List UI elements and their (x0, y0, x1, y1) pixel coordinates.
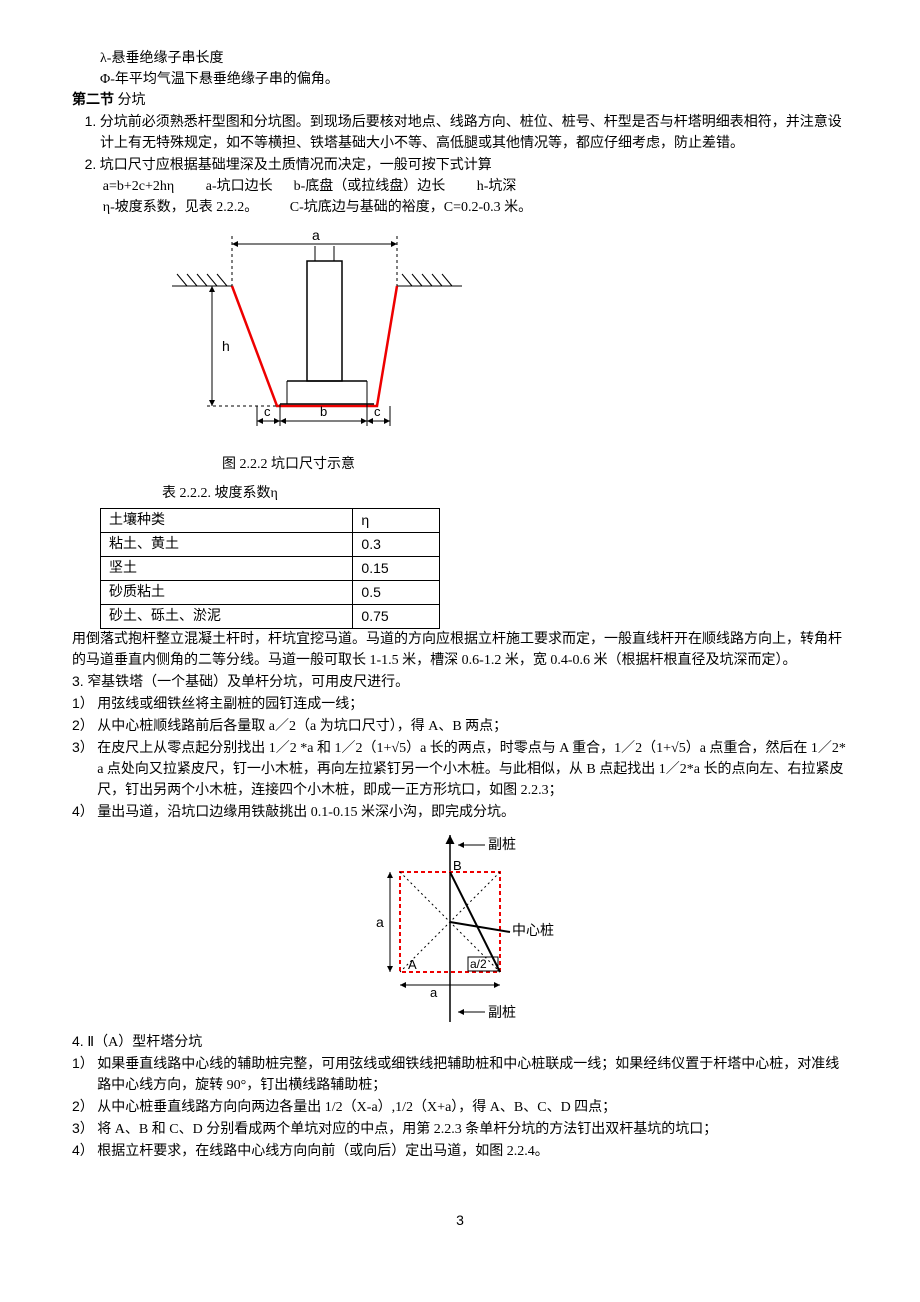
i4s1-text: 如果垂直线路中心线的辅助桩完整，可用弦线或细铁线把辅助桩和中心桩联成一线；如果经… (97, 1057, 839, 1093)
lbl-a2: a/2 (470, 957, 487, 971)
i4s3-text: 将 A、B 和 C、D 分别看成两个单坑对应的中点，用第 2.2.3 条单杆分坑… (97, 1122, 717, 1137)
sub2-text: 从中心桩顺线路前后各量取 a／2（a 为坑口尺寸），得 A、B 两点； (97, 719, 507, 734)
table-row: 砂质粘土0.5 (101, 581, 440, 605)
item2-text: 坑口尺寸应根据基础埋深及土质情况而决定，一般可按下式计算 (100, 158, 492, 173)
slope-table: 土壤种类 η 粘土、黄土0.3 坚土0.15 砂质粘土0.5 砂土、砾土、淤泥0… (100, 508, 440, 629)
item3-text: 窄基铁塔（一个基础）及单杆分坑，可用皮尺进行。 (87, 675, 409, 690)
item2-num: 2. (85, 156, 97, 172)
table222-caption: 表 2.2.2. 坡度系数η (72, 483, 848, 504)
formula-line1: a=b+2c+2hη a-坑口边长 b-底盘（或拉线盘）边长 h-坑深 (72, 176, 848, 197)
dim-c1: c (264, 404, 271, 419)
sub1-text: 用弦线或细铁丝将主副桩的园钉连成一线； (97, 697, 363, 712)
lbl-B: B (453, 858, 462, 873)
sub4-num: 4） (72, 803, 94, 819)
sub2-num: 2） (72, 717, 94, 733)
table-row: 坚土0.15 (101, 557, 440, 581)
item1-text: 分坑前必须熟悉杆型图和分坑图。到现场后要核对地点、线路方向、桩位、桩号、杆型是否… (100, 115, 842, 151)
table-row: 砂土、砾土、淤泥0.75 (101, 605, 440, 629)
lbl-center: 中心桩 (512, 922, 554, 939)
lbl-A: A (408, 957, 417, 972)
def-lambda: λ-悬垂绝缘子串长度 (72, 48, 848, 69)
lbl-top: 副桩 (488, 836, 516, 853)
item4-num: 4. (72, 1033, 84, 1049)
section2-title-body: 分坑 (118, 93, 146, 108)
sub3-num: 3） (72, 739, 94, 755)
i4s2-text: 从中心桩垂直线路方向向两边各量出 1/2（X-a）,1/2（X+a），得 A、B… (97, 1100, 616, 1115)
figure-2-2-3: 副桩 B 中心桩 a A a/2 a 副桩 (350, 827, 570, 1027)
sub3-text: 在皮尺上从零点起分别找出 1／2 *a 和 1／2（1+√5）a 长的两点，时零… (97, 741, 846, 798)
table-row: 粘土、黄土0.3 (101, 533, 440, 557)
page-number: 3 (72, 1210, 848, 1231)
lbl-bottom: 副桩 (488, 1004, 516, 1021)
i4s1-num: 1） (72, 1055, 94, 1071)
def-phi: Φ-年平均气温下悬垂绝缘子串的偏角。 (72, 69, 848, 90)
i4s4-num: 4） (72, 1142, 94, 1158)
i4s2-num: 2） (72, 1098, 94, 1114)
dim-a: a (312, 227, 320, 243)
th-eta: η (353, 509, 440, 533)
th-soil: 土壤种类 (101, 509, 353, 533)
item3-num: 3. (72, 673, 84, 689)
square-pit-svg: 副桩 B 中心桩 a A a/2 a 副桩 (350, 827, 570, 1027)
i4s3-num: 3） (72, 1120, 94, 1136)
sub1-num: 1） (72, 695, 94, 711)
item1-num: 1. (85, 113, 97, 129)
formula-line2: η-坡度系数，见表 2.2.2。 C-坑底边与基础的裕度，C=0.2-0.3 米… (72, 197, 848, 218)
after-table-para: 用倒落式抱杆整立混凝土杆时，杆坑宜挖马道。马道的方向应根据立杆施工要求而定，一般… (72, 629, 848, 671)
fig222-caption: 图 2.2.2 坑口尺寸示意 (72, 454, 848, 475)
figure-2-2-2: a h c b c (172, 226, 848, 446)
sub4-text: 量出马道，沿坑口边缘用铁敲挑出 0.1-0.15 米深小沟，即完成分坑。 (97, 805, 515, 820)
lbl-a-left: a (376, 914, 384, 930)
dim-c2: c (374, 404, 381, 419)
section2-title-prefix: 第二节 (72, 93, 114, 108)
pit-diagram-svg: a h c b c (172, 226, 472, 446)
item4-text: Ⅱ（A）型杆塔分坑 (87, 1035, 202, 1050)
dim-b: b (320, 404, 327, 419)
dim-h: h (222, 338, 230, 354)
lbl-a-bot: a (430, 985, 438, 1000)
i4s4-text: 根据立杆要求，在线路中心线方向向前（或向后）定出马道，如图 2.2.4。 (97, 1144, 549, 1159)
table-row: 土壤种类 η (101, 509, 440, 533)
